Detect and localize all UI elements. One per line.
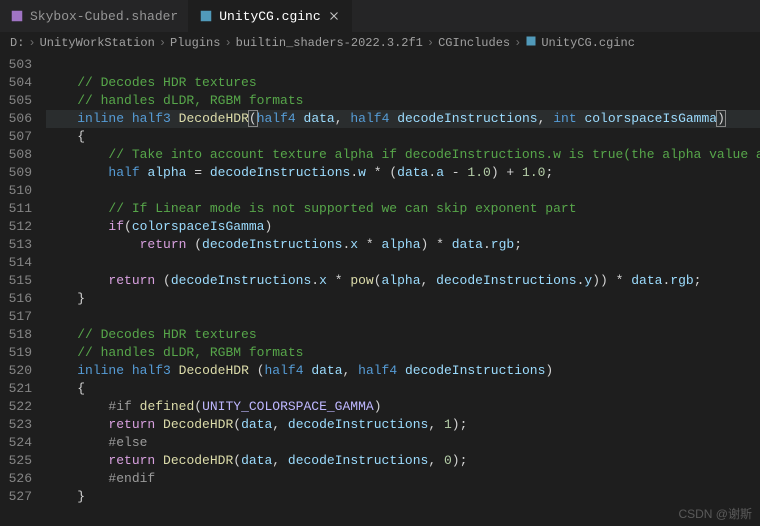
line-number: 506 — [0, 110, 32, 128]
line-number: 524 — [0, 434, 32, 452]
line-number: 516 — [0, 290, 32, 308]
line-number: 514 — [0, 254, 32, 272]
code-line[interactable]: // Decodes HDR textures — [46, 74, 760, 92]
code-line[interactable]: #if defined(UNITY_COLORSPACE_GAMMA) — [46, 398, 760, 416]
code-line[interactable]: // If Linear mode is not supported we ca… — [46, 200, 760, 218]
line-number: 526 — [0, 470, 32, 488]
close-icon[interactable] — [327, 9, 341, 23]
code-line[interactable]: half alpha = decodeInstructions.w * (dat… — [46, 164, 760, 182]
breadcrumb-item[interactable]: D: — [10, 36, 24, 50]
cginc-file-icon — [525, 35, 537, 51]
breadcrumb-item[interactable]: CGIncludes — [438, 36, 510, 50]
tab-skybox-shader[interactable]: Skybox-Cubed.shader — [0, 0, 189, 32]
breadcrumb-item[interactable]: UnityWorkStation — [40, 36, 155, 50]
chevron-right-icon: › — [427, 36, 434, 50]
line-number: 521 — [0, 380, 32, 398]
code-line[interactable]: inline half3 DecodeHDR(half4 data, half4… — [46, 110, 760, 128]
line-number: 525 — [0, 452, 32, 470]
line-number: 511 — [0, 200, 32, 218]
line-number: 527 — [0, 488, 32, 506]
line-number: 512 — [0, 218, 32, 236]
code-line[interactable]: if(colorspaceIsGamma) — [46, 218, 760, 236]
chevron-right-icon: › — [28, 36, 35, 50]
line-number: 513 — [0, 236, 32, 254]
code-line[interactable]: #endif — [46, 470, 760, 488]
line-number: 518 — [0, 326, 32, 344]
code-line[interactable]: #else — [46, 434, 760, 452]
tab-label: Skybox-Cubed.shader — [30, 9, 178, 24]
tab-label: UnityCG.cginc — [219, 9, 320, 24]
tab-unitycg-cginc[interactable]: UnityCG.cginc — [189, 0, 351, 32]
line-number: 507 — [0, 128, 32, 146]
breadcrumb-label: builtin_shaders-2022.3.2f1 — [236, 36, 423, 50]
tab-bar: Skybox-Cubed.shader UnityCG.cginc — [0, 0, 760, 32]
code-line[interactable]: // handles dLDR, RGBM formats — [46, 92, 760, 110]
code-line[interactable]: return (decodeInstructions.x * pow(alpha… — [46, 272, 760, 290]
code-line[interactable] — [46, 254, 760, 272]
code-line[interactable]: { — [46, 380, 760, 398]
chevron-right-icon: › — [224, 36, 231, 50]
code-line[interactable]: // Decodes HDR textures — [46, 326, 760, 344]
breadcrumb-label: D: — [10, 36, 24, 50]
breadcrumb-item[interactable]: UnityCG.cginc — [525, 35, 635, 51]
line-number: 510 — [0, 182, 32, 200]
code-line[interactable]: } — [46, 290, 760, 308]
code-line[interactable]: { — [46, 128, 760, 146]
code-line[interactable] — [46, 56, 760, 74]
code-line[interactable]: // handles dLDR, RGBM formats — [46, 344, 760, 362]
line-number: 504 — [0, 74, 32, 92]
line-gutter: 5035045055065075085095105115125135145155… — [0, 54, 46, 526]
line-number: 503 — [0, 56, 32, 74]
line-number: 508 — [0, 146, 32, 164]
line-number: 505 — [0, 92, 32, 110]
breadcrumb-item[interactable]: builtin_shaders-2022.3.2f1 — [236, 36, 423, 50]
code-line[interactable]: return (decodeInstructions.x * alpha) * … — [46, 236, 760, 254]
line-number: 519 — [0, 344, 32, 362]
line-number: 523 — [0, 416, 32, 434]
line-number: 522 — [0, 398, 32, 416]
shader-file-icon — [10, 9, 24, 23]
line-number: 517 — [0, 308, 32, 326]
code-line[interactable]: return DecodeHDR(data, decodeInstruction… — [46, 452, 760, 470]
breadcrumb-label: Plugins — [170, 36, 220, 50]
breadcrumb[interactable]: D: › UnityWorkStation › Plugins › builtin_shad… — [0, 32, 760, 54]
breadcrumb-item[interactable]: Plugins — [170, 36, 220, 50]
cginc-file-icon — [199, 9, 213, 23]
breadcrumb-label: UnityWorkStation — [40, 36, 155, 50]
code-line[interactable]: // Take into account texture alpha if de… — [46, 146, 760, 164]
line-number: 520 — [0, 362, 32, 380]
breadcrumb-label: CGIncludes — [438, 36, 510, 50]
line-number: 515 — [0, 272, 32, 290]
code-line[interactable]: inline half3 DecodeHDR (half4 data, half… — [46, 362, 760, 380]
code-line[interactable] — [46, 182, 760, 200]
code-content[interactable]: // Decodes HDR textures // handles dLDR,… — [46, 54, 760, 526]
code-line[interactable] — [46, 308, 760, 326]
code-line[interactable]: return DecodeHDR(data, decodeInstruction… — [46, 416, 760, 434]
chevron-right-icon: › — [159, 36, 166, 50]
breadcrumb-label: UnityCG.cginc — [541, 36, 635, 50]
code-editor[interactable]: 5035045055065075085095105115125135145155… — [0, 54, 760, 526]
watermark: CSDN @谢斯 — [678, 505, 752, 522]
chevron-right-icon: › — [514, 36, 521, 50]
line-number: 509 — [0, 164, 32, 182]
code-line[interactable]: } — [46, 488, 760, 506]
